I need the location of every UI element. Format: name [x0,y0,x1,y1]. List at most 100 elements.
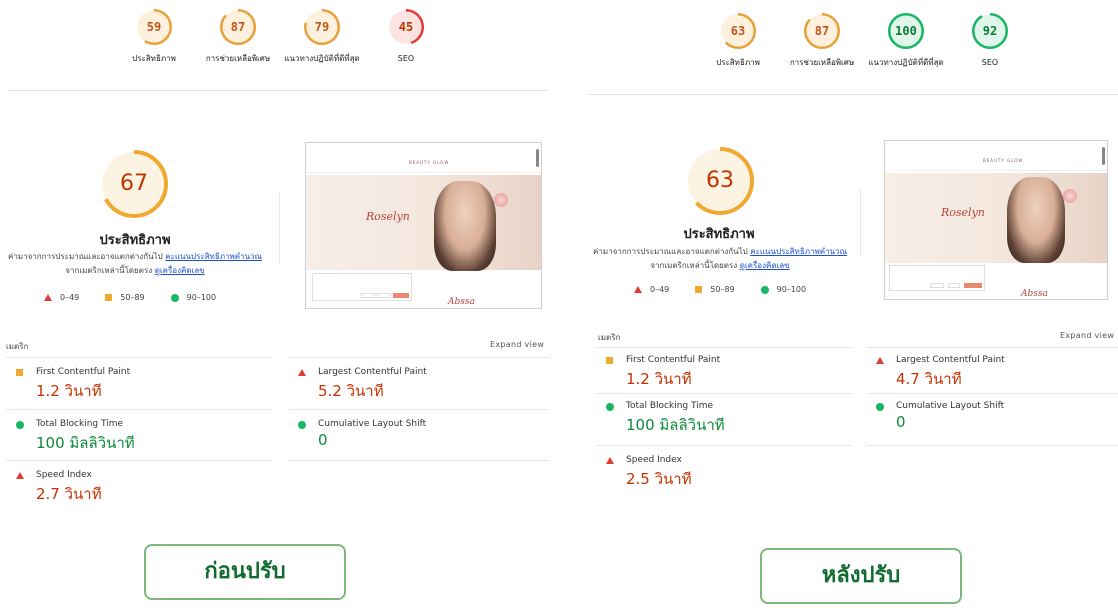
metric-value: 5.2 วินาที [318,382,384,400]
expand-view-button[interactable]: Expand view [490,340,544,349]
gauge-performance[interactable]: 59 ประสิทธิภาพ [112,9,196,65]
metric-name: Cumulative Layout Shift [318,419,427,429]
description-text: ค่ามาจากการประมาณและอาจแตกต่างกันไป [593,247,748,256]
legend-pass: 90–100 [776,285,807,294]
gauge-score: 63 [730,24,746,38]
performance-score-gauge: 63 [686,147,754,215]
gauge-performance[interactable]: 63 ประสิทธิภาพ [696,13,780,69]
gauge-score: 45 [398,20,414,34]
average-square-icon [105,294,113,301]
thumbnail-button [377,293,391,298]
gauge-score: 87 [814,24,830,38]
thumbnail-button [964,283,982,288]
metric-name: First Contentful Paint [626,355,721,365]
performance-description: ค่ามาจากการประมาณและอาจแตกต่างกันไป คะแน… [0,250,270,278]
description-text: ค่ามาจากการประมาณและอาจแตกต่างกันไป [8,252,163,261]
thumbnail-model-image [434,181,496,271]
thumbnail-hero: Roselyn [885,173,1107,263]
thumbnail-header [306,143,541,173]
gauge-score: 79 [314,20,330,34]
divider [596,393,852,394]
gauge-score: 92 [982,24,998,38]
after-panel: 63 ประสิทธิภาพ 87 การช่วยเหลือพิเศษ 100 … [588,0,1118,608]
thumbnail-cookie-banner [889,265,985,291]
fail-triangle-icon [606,457,614,464]
metric-name: Total Blocking Time [626,401,714,411]
thumbnail-hero-name: Roselyn [366,210,410,223]
gauge-seo[interactable]: 92 SEO [948,13,1032,69]
gauge-best-practices[interactable]: 100 แนวทางปฏิบัติที่ดีที่สุด [864,13,948,69]
description-text: จากเมตริกเหล่านี้โดยตรง [65,266,153,275]
divider [288,409,550,410]
legend-fail: 0–49 [650,285,670,294]
thumbnail-brand: BEAUTY GLOW [983,158,1024,163]
score-gauge: 87 [220,9,256,45]
legend-average: 50–89 [710,285,735,294]
gauge-score: 100 [895,24,917,38]
thumbnail-cookie-banner [312,273,412,301]
calculated-score-link[interactable]: คะแนนประสิทธิภาพคำนวณ [165,252,262,261]
category-gauges: 63 ประสิทธิภาพ 87 การช่วยเหลือพิเศษ 100 … [696,13,1032,69]
category-gauges: 59 ประสิทธิภาพ 87 การช่วยเหลือพิเศษ 79 แ… [112,9,448,65]
metric-name: Speed Index [36,470,92,480]
metric-value: 1.2 วินาที [36,382,102,400]
divider [596,347,852,348]
metric-value: 0 [318,431,328,449]
gauge-label: SEO [981,58,999,67]
score-legend: 0–49 50–89 90–100 [634,285,832,294]
pass-circle-icon [16,421,24,429]
metrics-heading: เมตริก [6,342,29,351]
metric-name: Total Blocking Time [36,419,124,429]
pass-circle-icon [170,293,179,302]
fail-triangle-icon [16,472,24,479]
thumbnail-button [393,293,409,298]
score-gauge: 79 [304,9,340,45]
divider [6,460,272,461]
metric-value: 1.2 วินาที [626,370,692,388]
performance-score: 67 [120,171,148,196]
divider [866,393,1118,394]
metric-value: 100 มิลลิวินาที [626,416,725,434]
expand-view-button[interactable]: Expand view [1060,331,1114,340]
gauge-best-practices[interactable]: 79 แนวทางปฏิบัติที่ดีที่สุด [280,9,364,65]
legend-fail: 0–49 [60,293,80,302]
gauge-accessibility[interactable]: 87 การช่วยเหลือพิเศษ [196,9,280,65]
metric-value: 4.7 วินาที [896,370,962,388]
divider [866,445,1118,446]
after-caption: หลังปรับ [760,548,962,604]
thumbnail-tail-name: Abssa [448,297,475,307]
thumbnail-brand: BEAUTY GLOW [409,160,450,165]
gauge-label: ประสิทธิภาพ [132,54,176,63]
divider [6,357,272,358]
fail-triangle-icon [876,357,884,364]
metric-name: Largest Contentful Paint [896,355,1005,365]
gauge-accessibility[interactable]: 87 การช่วยเหลือพิเศษ [780,13,864,69]
calculator-link[interactable]: ดูเครื่องคิดเลข [740,261,790,270]
thumbnail-hero: Roselyn [306,175,541,270]
description-text: จากเมตริกเหล่านี้โดยตรง [650,261,738,270]
performance-score-gauge: 67 [100,150,168,218]
calculated-score-link[interactable]: คะแนนประสิทธิภาพคำนวณ [750,247,847,256]
fail-triangle-icon [44,294,52,301]
score-gauge: 87 [804,13,840,49]
average-square-icon [16,369,23,376]
gauge-label: SEO [397,54,415,63]
gauge-label: แนวทางปฏิบัติที่ดีที่สุด [284,54,360,63]
metrics-heading: เมตริก [598,333,621,342]
divider [860,188,861,256]
metric-name: Speed Index [626,455,682,465]
score-gauge: 100 [888,13,924,49]
score-gauge: 59 [136,9,172,45]
thumbnail-scrollbar [536,149,539,167]
legend-average: 50–89 [120,293,145,302]
thumbnail-tail-name: Abssa [1021,289,1048,299]
gauge-seo[interactable]: 45 SEO [364,9,448,65]
calculator-link[interactable]: ดูเครื่องคิดเลข [155,266,205,275]
divider [588,94,1118,95]
pass-circle-icon [876,403,884,411]
before-panel: 59 ประสิทธิภาพ 87 การช่วยเหลือพิเศษ 79 แ… [0,0,560,608]
thumbnail-button [930,283,944,288]
pass-circle-icon [298,421,306,429]
metric-value: 2.5 วินาที [626,470,692,488]
divider [8,90,548,91]
